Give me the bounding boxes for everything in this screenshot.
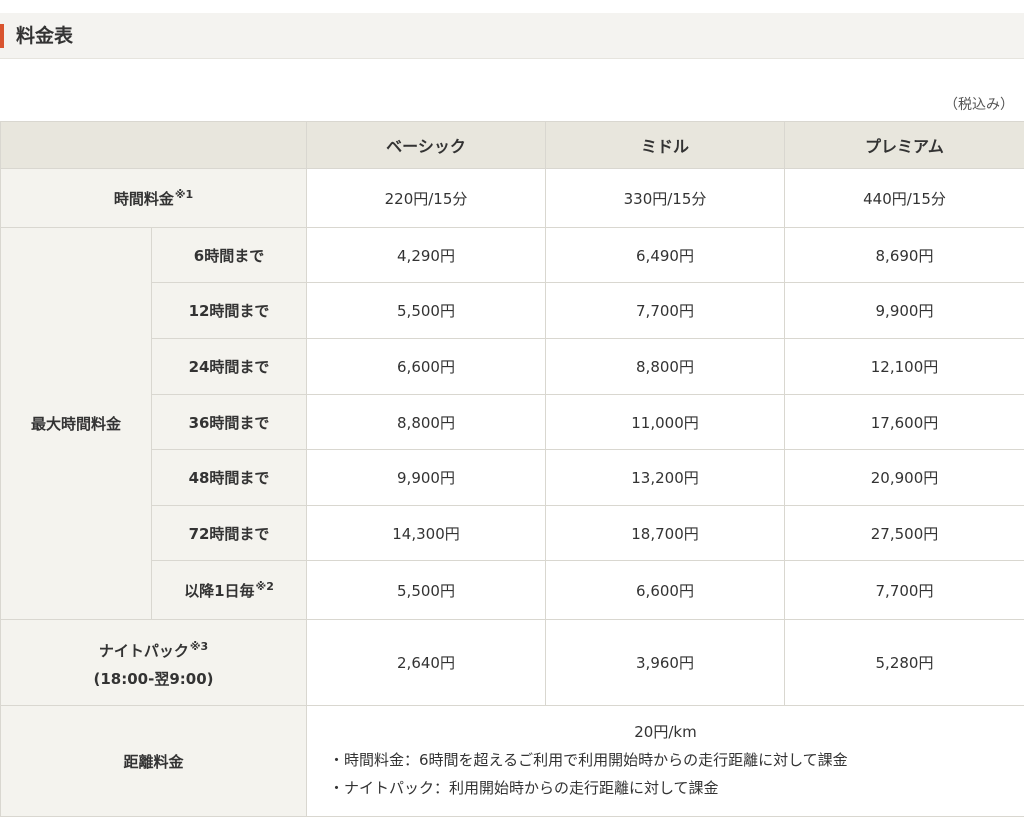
table-row-24h: 24時間まで 6,600円 8,800円 12,100円 <box>1 338 1024 395</box>
row-label: 72時間まで <box>151 505 307 561</box>
price-cell: 7,700円 <box>784 560 1024 620</box>
price-table: ベーシック ミドル プレミアム 時間料金※1 220円/15分 330円/15分… <box>0 121 1024 817</box>
price-cell: 4,290円 <box>306 227 546 283</box>
distance-fee-notes: ・時間料金：6時間を超えるご利用で利用開始時からの走行距離に対して課金 ・ナイト… <box>307 746 1024 802</box>
price-cell: 13,200円 <box>545 449 785 506</box>
price-cell: 330円/15分 <box>545 168 785 228</box>
price-cell: 8,690円 <box>784 227 1024 283</box>
price-cell: 440円/15分 <box>784 168 1024 228</box>
table-row-36h: 36時間まで 8,800円 11,000円 17,600円 <box>1 394 1024 450</box>
price-cell: 3,960円 <box>545 619 785 706</box>
tax-note: （税込み） <box>944 97 1014 113</box>
price-cell: 2,640円 <box>306 619 546 706</box>
row-label: 36時間まで <box>151 394 307 450</box>
heading-accent-bar <box>0 24 4 48</box>
price-cell: 6,490円 <box>545 227 785 283</box>
row-group-label-max: 最大時間料金 <box>0 227 152 620</box>
section-heading: 料金表 <box>0 13 1024 59</box>
price-cell: 7,700円 <box>545 282 785 339</box>
column-header-premium: プレミアム <box>784 121 1024 169</box>
price-cell: 14,300円 <box>306 505 546 561</box>
price-cell: 220円/15分 <box>306 168 546 228</box>
row-label-night-pack: ナイトパック※3 (18:00-翌9:00) <box>0 619 307 706</box>
header-empty-cell <box>0 121 307 169</box>
row-label: 6時間まで <box>151 227 307 283</box>
row-label: 以降1日毎※2 <box>151 560 307 620</box>
price-cell: 18,700円 <box>545 505 785 561</box>
table-row-night-pack: ナイトパック※3 (18:00-翌9:00) 2,640円 3,960円 5,2… <box>0 619 1024 706</box>
price-cell: 8,800円 <box>545 338 785 395</box>
row-label: 24時間まで <box>151 338 307 395</box>
table-header-row: ベーシック ミドル プレミアム <box>0 121 1024 169</box>
distance-note: ・時間料金：6時間を超えるご利用で利用開始時からの走行距離に対して課金 <box>329 750 848 769</box>
table-row-48h: 48時間まで 9,900円 13,200円 20,900円 <box>1 449 1024 506</box>
price-cell: 5,500円 <box>306 560 546 620</box>
row-label-hourly: 時間料金※1 <box>0 168 307 228</box>
price-cell: 5,500円 <box>306 282 546 339</box>
row-label: 48時間まで <box>151 449 307 506</box>
table-row-hourly: 時間料金※1 220円/15分 330円/15分 440円/15分 <box>0 168 1024 228</box>
price-cell: 20,900円 <box>784 449 1024 506</box>
price-cell: 6,600円 <box>545 560 785 620</box>
column-header-middle: ミドル <box>545 121 785 169</box>
night-pack-hours: (18:00-翌9:00) <box>93 669 214 688</box>
column-header-basic: ベーシック <box>306 121 546 169</box>
distance-note: ・ナイトパック：利用開始時からの走行距離に対して課金 <box>329 778 719 797</box>
note-mark: ※2 <box>255 579 274 593</box>
row-label: 12時間まで <box>151 282 307 339</box>
table-row-distance: 距離料金 20円/km ・時間料金：6時間を超えるご利用で利用開始時からの走行距… <box>0 705 1024 817</box>
price-cell: 12,100円 <box>784 338 1024 395</box>
table-row-6h: 最大時間料金 6時間まで 4,290円 6,490円 8,690円 <box>0 227 1024 620</box>
distance-fee-value: 20円/km <box>634 722 697 741</box>
table-row-daily: 以降1日毎※2 5,500円 6,600円 7,700円 <box>1 560 1024 620</box>
price-cell: 5,280円 <box>784 619 1024 706</box>
distance-fee-cell: 20円/km ・時間料金：6時間を超えるご利用で利用開始時からの走行距離に対して… <box>306 705 1024 817</box>
page-title: 料金表 <box>16 25 74 47</box>
note-mark: ※3 <box>189 639 209 653</box>
price-cell: 8,800円 <box>306 394 546 450</box>
note-mark: ※1 <box>174 187 194 201</box>
price-cell: 17,600円 <box>784 394 1024 450</box>
table-row-72h: 72時間まで 14,300円 18,700円 27,500円 <box>1 505 1024 561</box>
row-label-distance: 距離料金 <box>0 705 307 817</box>
price-cell: 9,900円 <box>784 282 1024 339</box>
table-row-12h: 12時間まで 5,500円 7,700円 9,900円 <box>1 282 1024 339</box>
price-cell: 11,000円 <box>545 394 785 450</box>
price-cell: 27,500円 <box>784 505 1024 561</box>
price-cell: 6,600円 <box>306 338 546 395</box>
price-cell: 9,900円 <box>306 449 546 506</box>
